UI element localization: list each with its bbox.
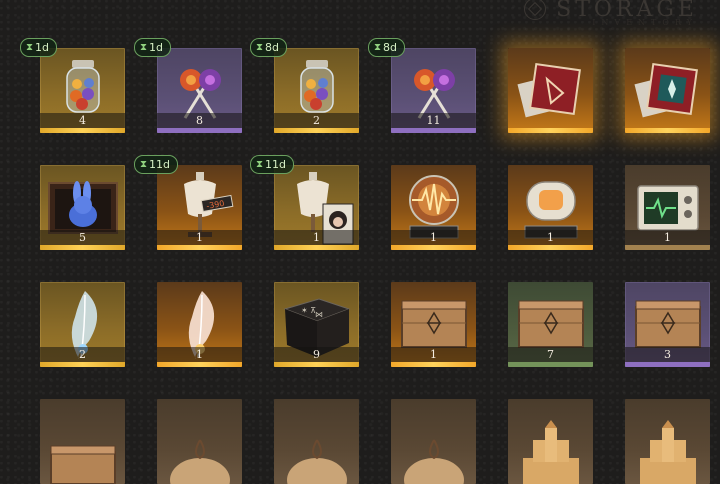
inventory-slot-candy-jar[interactable]: 2: [274, 48, 359, 133]
slot-quantity: 1: [508, 230, 593, 246]
inventory-slot-red-envelope[interactable]: [508, 48, 593, 133]
inventory-slot-monitor-device[interactable]: 1: [625, 165, 710, 250]
teal-envelope-icon: [625, 48, 710, 133]
rarity-bar: [391, 245, 476, 250]
expiry-text: 1d: [35, 41, 50, 54]
slot-quantity: 11: [391, 113, 476, 129]
storage-subtitle: INVENTORY: [592, 18, 698, 27]
svg-text:-390: -390: [205, 198, 224, 210]
hourglass-icon: ⧗: [256, 159, 264, 170]
rarity-bar: [391, 128, 476, 133]
svg-text:✶ ⊼: ✶ ⊼: [301, 306, 316, 315]
rarity-bar: [625, 128, 710, 133]
rarity-bar: [508, 245, 593, 250]
expiry-text: 8d: [383, 41, 398, 54]
inventory-slot-sand-castle[interactable]: [508, 399, 593, 484]
slot-quantity: 1: [391, 347, 476, 363]
rarity-bar: [40, 362, 125, 367]
rarity-bar: [625, 362, 710, 367]
expiry-text: 1d: [149, 41, 164, 54]
svg-text:⋈: ⋈: [315, 310, 323, 319]
rarity-bar: [274, 128, 359, 133]
inventory-slot-cloth-sack[interactable]: [391, 399, 476, 484]
slot-quantity: 1: [157, 230, 242, 246]
inventory-slot-gold-feather[interactable]: 1: [157, 282, 242, 367]
expiry-text: 11d: [149, 158, 171, 171]
slot-quantity: 2: [40, 347, 125, 363]
hourglass-icon: ⧗: [140, 42, 148, 53]
inventory-slot-lollipops[interactable]: 11: [391, 48, 476, 133]
slot-quantity: 4: [40, 113, 125, 129]
rarity-bar: [157, 245, 242, 250]
inventory-slot-signal-globe-device[interactable]: 1: [391, 165, 476, 250]
slot-quantity: 1: [391, 230, 476, 246]
slot-quantity: 1: [157, 347, 242, 363]
rarity-bar: [157, 128, 242, 133]
slot-quantity: 9: [274, 347, 359, 363]
inventory-slot-teal-envelope[interactable]: [625, 48, 710, 133]
hourglass-icon: ⧗: [26, 42, 34, 53]
rarity-bar: [40, 128, 125, 133]
cloth-sack-icon: [157, 399, 242, 484]
expiry-badge: ⧗ 11d: [250, 155, 295, 174]
cloth-sack-icon: [274, 399, 359, 484]
slot-quantity: 1: [274, 230, 359, 246]
expiry-badge: ⧗ 1d: [134, 38, 172, 57]
inventory-slot-rune-table[interactable]: ✶ ⊼ ⋈ 9: [274, 282, 359, 367]
inventory-slot-crystal-rabbit-box[interactable]: 5: [40, 165, 125, 250]
hourglass-icon: ⧗: [374, 42, 382, 53]
hourglass-icon: ⧗: [140, 159, 148, 170]
rarity-bar: [508, 128, 593, 133]
inventory-slot-wooden-crate[interactable]: 3: [625, 282, 710, 367]
storage-header: STORAGE INVENTORY: [524, 0, 698, 27]
cloth-sack-icon: [391, 399, 476, 484]
rarity-bar: [508, 362, 593, 367]
slot-quantity: 7: [508, 347, 593, 363]
rarity-bar: [391, 362, 476, 367]
expiry-badge: ⧗ 8d: [368, 38, 406, 57]
slot-quantity: 8: [157, 113, 242, 129]
rarity-bar: [274, 362, 359, 367]
storage-emblem-icon: [524, 0, 547, 20]
rarity-bar: [274, 245, 359, 250]
inventory-slot-tailor-mannequin-card[interactable]: 1: [274, 165, 359, 250]
rarity-bar: [40, 245, 125, 250]
expiry-badge: ⧗ 8d: [250, 38, 288, 57]
expiry-text: 11d: [265, 158, 287, 171]
inventory-slot-cloth-sack[interactable]: [274, 399, 359, 484]
slot-quantity: 5: [40, 230, 125, 246]
inventory-slot-capsule-device[interactable]: 1: [508, 165, 593, 250]
inventory-slot-lollipops[interactable]: 8: [157, 48, 242, 133]
inventory-slot-candy-jar[interactable]: 4: [40, 48, 125, 133]
rarity-bar: [157, 362, 242, 367]
inventory-slot-wooden-crate[interactable]: [40, 399, 125, 484]
inventory-slot-tailor-mannequin[interactable]: -390 1: [157, 165, 242, 250]
inventory-slot-wooden-crate[interactable]: 7: [508, 282, 593, 367]
rarity-bar: [625, 245, 710, 250]
inventory-slot-wooden-crate[interactable]: 1: [391, 282, 476, 367]
slot-quantity: 1: [625, 230, 710, 246]
hourglass-icon: ⧗: [256, 42, 264, 53]
inventory-slot-sand-castle[interactable]: [625, 399, 710, 484]
expiry-badge: ⧗ 11d: [134, 155, 179, 174]
sand-castle-icon: [508, 399, 593, 484]
red-envelope-icon: [508, 48, 593, 133]
slot-quantity: 3: [625, 347, 710, 363]
slot-quantity: 2: [274, 113, 359, 129]
wooden-crate-icon: [40, 399, 125, 484]
inventory-slot-cloth-sack[interactable]: [157, 399, 242, 484]
expiry-badge: ⧗ 1d: [20, 38, 58, 57]
inventory-slot-silver-feather[interactable]: 2: [40, 282, 125, 367]
expiry-text: 8d: [265, 41, 280, 54]
sand-castle-icon: [625, 399, 710, 484]
